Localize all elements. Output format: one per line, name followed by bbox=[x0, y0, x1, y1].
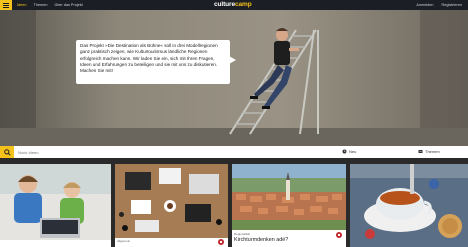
hero-banner: Das Projekt »Die Destination als Bühne« … bbox=[0, 10, 468, 146]
card-image bbox=[115, 164, 228, 238]
main-menu: Ideen Themen Über das Projekt bbox=[17, 3, 83, 7]
hero-photo bbox=[0, 10, 468, 146]
search-icon[interactable] bbox=[0, 146, 14, 158]
idea-card[interactable] bbox=[0, 164, 111, 247]
tab-topics-label: Themen bbox=[425, 149, 440, 154]
tab-new-label: Neu bbox=[349, 149, 357, 154]
idea-card[interactable]: Allgemein bbox=[115, 164, 228, 247]
idea-card[interactable]: Regionalität Kirchturmdenken adé? bbox=[232, 164, 346, 247]
menu-icon[interactable] bbox=[0, 0, 12, 10]
card-image bbox=[350, 164, 468, 247]
nav-item-themen[interactable]: Themen bbox=[34, 3, 48, 7]
logo-text-main: culture bbox=[214, 1, 235, 8]
nav-item-about[interactable]: Über das Projekt bbox=[54, 3, 82, 7]
category-dot bbox=[119, 212, 124, 217]
card-title: Kirchturmdenken adé? bbox=[234, 237, 289, 243]
card-image bbox=[232, 164, 346, 230]
nav-item-ideen[interactable]: Ideen bbox=[17, 3, 27, 7]
top-navbar: Ideen Themen Über das Projekt culturecam… bbox=[0, 0, 468, 10]
search-input[interactable] bbox=[18, 147, 268, 157]
comment-badge[interactable] bbox=[336, 232, 342, 238]
search-bar: Neu Themen bbox=[0, 146, 468, 158]
intro-speech-bubble: Das Projekt »Die Destination als Bühne« … bbox=[76, 40, 236, 84]
logo-text-accent: camp bbox=[234, 1, 252, 8]
card-image bbox=[0, 164, 111, 247]
account-links: Anmelden Registrieren bbox=[416, 3, 462, 7]
tab-topics[interactable]: Themen bbox=[418, 149, 440, 154]
idea-card[interactable] bbox=[350, 164, 468, 247]
login-link[interactable]: Anmelden bbox=[416, 3, 433, 7]
tab-new[interactable]: Neu bbox=[342, 149, 356, 154]
topics-icon bbox=[418, 150, 423, 153]
new-icon bbox=[342, 149, 347, 154]
register-link[interactable]: Registrieren bbox=[442, 3, 462, 7]
idea-card-grid: Allgemein Regionalität Kirchturmdenken a… bbox=[0, 158, 468, 247]
comment-badge[interactable] bbox=[218, 239, 224, 245]
site-logo[interactable]: culturecamp bbox=[214, 1, 252, 8]
card-category: Allgemein bbox=[117, 239, 131, 243]
card-category: Regionalität bbox=[234, 232, 250, 236]
